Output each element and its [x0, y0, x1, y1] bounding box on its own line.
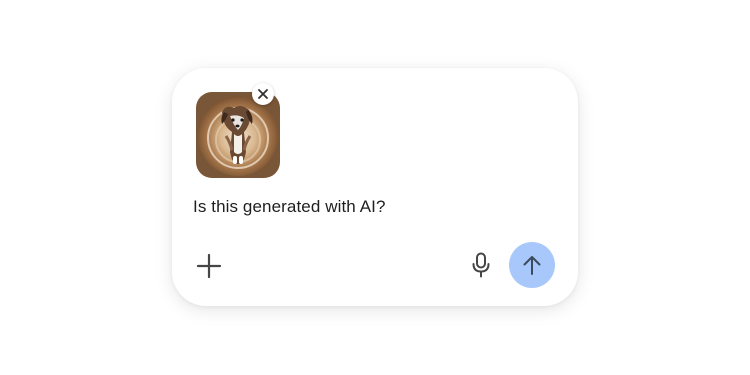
send-button[interactable] — [509, 242, 555, 288]
close-icon — [258, 89, 268, 99]
page: Is this generated with AI? — [0, 0, 750, 375]
remove-attachment-button[interactable] — [252, 83, 274, 105]
microphone-icon — [472, 252, 490, 278]
arrow-up-icon — [523, 256, 541, 275]
add-attachment-button[interactable] — [194, 251, 224, 281]
prompt-composer: Is this generated with AI? — [172, 68, 578, 306]
voice-input-button[interactable] — [466, 250, 496, 280]
attachment-thumbnail — [196, 92, 280, 178]
plus-icon — [196, 253, 222, 279]
prompt-text-input[interactable]: Is this generated with AI? — [193, 197, 386, 217]
image-attachment[interactable] — [196, 83, 280, 178]
